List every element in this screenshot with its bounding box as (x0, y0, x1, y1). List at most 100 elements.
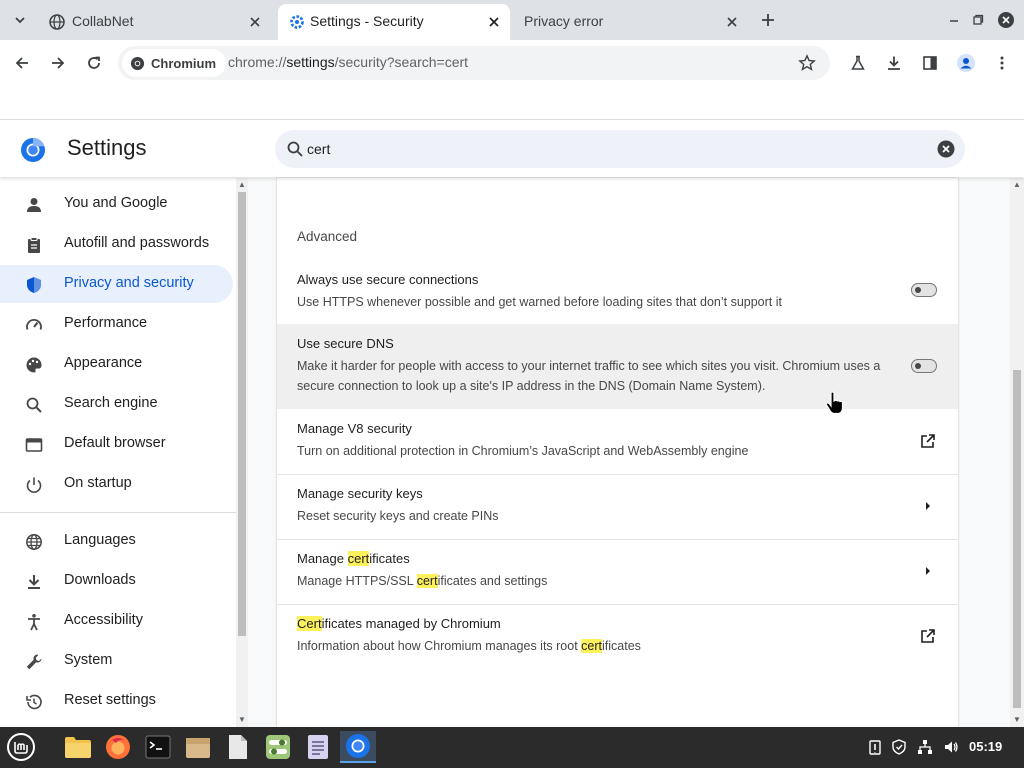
setting-row-manage-certificates[interactable]: Manage certificates Manage HTTPS/SSL cer… (277, 539, 958, 604)
arrow-left-icon (15, 57, 28, 69)
downloads-button[interactable] (880, 49, 908, 77)
chevron-right-icon[interactable] (919, 497, 937, 515)
chromium-app-button[interactable] (340, 731, 376, 763)
sidebar-item-label: System (64, 652, 113, 668)
scroll-down-arrow-icon[interactable]: ▼ (1013, 716, 1021, 724)
mint-menu-button[interactable] (5, 731, 37, 763)
kebab-menu-icon (1000, 56, 1004, 70)
archive-app-button[interactable] (182, 731, 214, 763)
chevron-right-icon[interactable] (919, 562, 937, 580)
side-panel-button[interactable] (916, 49, 944, 77)
setting-row-secure-dns[interactable]: Use secure DNS Make it harder for people… (277, 324, 958, 409)
notes-app-button[interactable] (302, 731, 334, 763)
maximize-button[interactable] (968, 10, 988, 30)
close-icon[interactable] (723, 13, 741, 31)
row-subtitle: Information about how Chromium manages i… (297, 636, 887, 656)
flask-icon (851, 55, 865, 70)
row-divider (277, 539, 958, 540)
close-icon[interactable] (246, 13, 264, 31)
reload-button[interactable] (80, 49, 108, 77)
sidebar-item-system[interactable]: System (0, 642, 233, 680)
close-icon[interactable] (485, 13, 503, 31)
sidebar-item-performance[interactable]: Performance (0, 305, 233, 343)
security-settings-card: Advanced Always use secure connections U… (277, 178, 958, 727)
open-in-new-icon[interactable] (919, 627, 937, 645)
taskbar-clock[interactable]: 05:19 (969, 739, 1002, 754)
tab-title: CollabNet (72, 13, 134, 29)
hand-pointer-cursor-icon (825, 391, 844, 415)
tab-collabnet[interactable]: CollabNet (38, 4, 274, 40)
network-tray-icon[interactable] (916, 738, 934, 756)
sidebar-item-autofill[interactable]: Autofill and passwords (0, 225, 233, 263)
forward-button[interactable] (44, 49, 72, 77)
setting-row-v8-security[interactable]: Manage V8 security Turn on additional pr… (277, 409, 958, 474)
site-info-chip[interactable]: Chromium (122, 49, 226, 77)
sidebar-item-search-engine[interactable]: Search engine (0, 385, 233, 423)
scroll-down-arrow-icon[interactable]: ▼ (238, 716, 246, 724)
sidebar-scrollbar[interactable]: ▲ ▼ (236, 178, 248, 727)
reload-icon (88, 56, 100, 69)
scroll-up-arrow-icon[interactable]: ▲ (1013, 181, 1021, 189)
tab-search-button[interactable] (6, 6, 34, 34)
sidebar-item-label: You and Google (64, 195, 168, 211)
sidebar-item-label: Privacy and security (64, 275, 194, 291)
sidebar-item-languages[interactable]: Languages (0, 522, 233, 560)
sidebar-item-on-startup[interactable]: On startup (0, 465, 233, 503)
firefox-app-button[interactable] (102, 731, 134, 763)
site-chip-label: Chromium (151, 55, 216, 71)
url-text: chrome://settings/security?search=cert (228, 54, 468, 70)
tab-privacy-error[interactable]: Privacy error (512, 4, 750, 40)
text-editor-app-button[interactable] (222, 731, 254, 763)
chevron-down-icon (15, 17, 25, 24)
person-icon (24, 195, 44, 215)
labs-button[interactable] (844, 49, 872, 77)
clipboard-icon (24, 235, 44, 255)
tab-settings-security[interactable]: Settings - Security (278, 4, 510, 40)
back-button[interactable] (8, 49, 36, 77)
terminal-app-button[interactable] (142, 731, 174, 763)
side-panel-icon (923, 56, 937, 70)
notepad-icon (308, 735, 328, 759)
tab-strip: CollabNet Settings - Security Privacy er… (0, 0, 1024, 40)
sidebar-item-downloads[interactable]: Downloads (0, 562, 233, 600)
scroll-up-arrow-icon[interactable]: ▲ (238, 181, 246, 189)
new-tab-button[interactable] (754, 6, 782, 34)
close-window-button[interactable] (996, 10, 1016, 30)
sidebar-item-privacy[interactable]: Privacy and security (0, 265, 233, 303)
arrow-right-icon (52, 57, 65, 69)
bookmark-star-icon[interactable] (798, 54, 816, 72)
page-scrollbar[interactable]: ▲ ▼ (1010, 178, 1024, 727)
row-title: Manage certificates (297, 551, 410, 566)
sidebar-item-reset-settings[interactable]: Reset settings (0, 682, 233, 720)
settings-search[interactable] (275, 130, 965, 168)
setting-row-https[interactable]: Always use secure connections Use HTTPS … (277, 260, 958, 324)
address-bar[interactable]: Chromium chrome://settings/security?sear… (118, 46, 830, 80)
secure-dns-toggle[interactable] (911, 359, 937, 373)
browser-window-icon (24, 435, 44, 455)
menu-button[interactable] (988, 49, 1016, 77)
row-title: Use secure DNS (297, 336, 394, 351)
setting-row-chromium-certificates[interactable]: Certificates managed by Chromium Informa… (277, 604, 958, 669)
download-icon (888, 56, 900, 70)
document-icon (229, 735, 247, 759)
clipboard-tray-icon[interactable] (866, 738, 884, 756)
minimize-button[interactable] (944, 10, 964, 30)
sidebar-item-you-and-google[interactable]: You and Google (0, 185, 233, 223)
search-input[interactable] (307, 139, 907, 159)
open-in-new-icon[interactable] (919, 432, 937, 450)
profile-button[interactable] (952, 49, 980, 77)
scrollbar-thumb[interactable] (1013, 370, 1021, 708)
sidebar-item-appearance[interactable]: Appearance (0, 345, 233, 383)
sidebar-item-accessibility[interactable]: Accessibility (0, 602, 233, 640)
https-toggle[interactable] (911, 283, 937, 297)
shield-tray-icon[interactable] (890, 738, 908, 756)
shield-icon (24, 275, 44, 295)
sidebar-item-default-browser[interactable]: Default browser (0, 425, 233, 463)
scrollbar-thumb[interactable] (238, 192, 246, 636)
volume-tray-icon[interactable] (942, 738, 960, 756)
system-settings-app-button[interactable] (262, 731, 294, 763)
files-app-button[interactable] (62, 731, 94, 763)
setting-row-security-keys[interactable]: Manage security keys Reset security keys… (277, 474, 958, 539)
clear-search-icon[interactable] (937, 140, 955, 158)
row-title: Manage V8 security (297, 421, 412, 436)
